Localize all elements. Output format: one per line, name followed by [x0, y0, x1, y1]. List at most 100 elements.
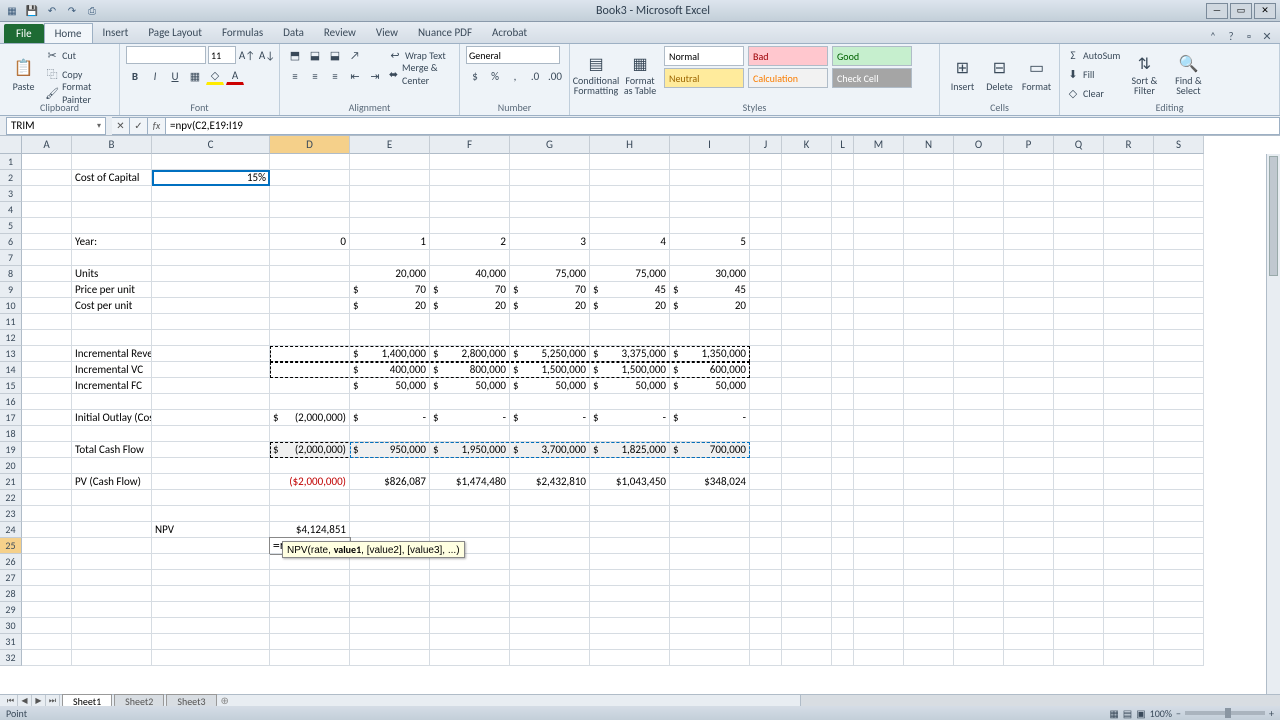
paste-button[interactable]: 📋Paste	[6, 46, 41, 102]
cell-style-bad[interactable]: Bad	[748, 46, 828, 66]
cell-S15[interactable]	[1154, 378, 1204, 394]
cell-H2[interactable]	[590, 170, 670, 186]
minimize-button[interactable]: —	[1206, 3, 1228, 19]
cell-N29[interactable]	[904, 602, 954, 618]
cell-F21[interactable]: $1,474,480	[430, 474, 510, 490]
cell-I6[interactable]: 5	[670, 234, 750, 250]
cell-R1[interactable]	[1104, 154, 1154, 170]
cell-I32[interactable]	[670, 650, 750, 666]
cell-A32[interactable]	[22, 650, 72, 666]
cell-Q8[interactable]	[1054, 266, 1104, 282]
cell-P5[interactable]	[1004, 218, 1054, 234]
cell-B9[interactable]: Price per unit	[72, 282, 152, 298]
cell-N27[interactable]	[904, 570, 954, 586]
font-color-button[interactable]: A	[226, 67, 244, 85]
cell-H19[interactable]: 1,825,000	[590, 442, 670, 458]
cell-A28[interactable]	[22, 586, 72, 602]
cell-E5[interactable]	[350, 218, 430, 234]
cell-R2[interactable]	[1104, 170, 1154, 186]
cell-J12[interactable]	[750, 330, 782, 346]
cell-H31[interactable]	[590, 634, 670, 650]
cell-E4[interactable]	[350, 202, 430, 218]
cell-Q20[interactable]	[1054, 458, 1104, 474]
cell-I17[interactable]: -	[670, 410, 750, 426]
cell-S25[interactable]	[1154, 538, 1204, 554]
cell-A17[interactable]	[22, 410, 72, 426]
cell-Q4[interactable]	[1054, 202, 1104, 218]
cell-O10[interactable]	[954, 298, 1004, 314]
cell-Q22[interactable]	[1054, 490, 1104, 506]
cell-L25[interactable]	[832, 538, 854, 554]
cell-S3[interactable]	[1154, 186, 1204, 202]
tab-data[interactable]: Data	[273, 23, 314, 43]
cell-B11[interactable]	[72, 314, 152, 330]
cell-S28[interactable]	[1154, 586, 1204, 602]
cell-K28[interactable]	[782, 586, 832, 602]
file-tab[interactable]: File	[4, 24, 44, 43]
cell-A8[interactable]	[22, 266, 72, 282]
cell-R29[interactable]	[1104, 602, 1154, 618]
cell-O31[interactable]	[954, 634, 1004, 650]
cell-C12[interactable]	[152, 330, 270, 346]
cell-R15[interactable]	[1104, 378, 1154, 394]
align-left-icon[interactable]: ≡	[286, 67, 304, 85]
row-header[interactable]: 13	[0, 346, 22, 362]
col-header[interactable]: G	[510, 136, 590, 154]
cell-I15[interactable]: 50,000	[670, 378, 750, 394]
cell-L11[interactable]	[832, 314, 854, 330]
cell-G6[interactable]: 3	[510, 234, 590, 250]
cell-style-neutral[interactable]: Neutral	[664, 68, 744, 88]
cell-E15[interactable]: 50,000	[350, 378, 430, 394]
cell-K13[interactable]	[782, 346, 832, 362]
cell-Q19[interactable]	[1054, 442, 1104, 458]
cell-M24[interactable]	[854, 522, 904, 538]
tab-view[interactable]: View	[366, 23, 408, 43]
find-select-button[interactable]: 🔍Find & Select	[1168, 46, 1208, 102]
cell-P21[interactable]	[1004, 474, 1054, 490]
cell-J30[interactable]	[750, 618, 782, 634]
cell-P15[interactable]	[1004, 378, 1054, 394]
cell-F8[interactable]: 40,000	[430, 266, 510, 282]
cell-I8[interactable]: 30,000	[670, 266, 750, 282]
cell-O1[interactable]	[954, 154, 1004, 170]
col-header[interactable]: N	[904, 136, 954, 154]
cell-L6[interactable]	[832, 234, 854, 250]
row-header[interactable]: 16	[0, 394, 22, 410]
cell-K8[interactable]	[782, 266, 832, 282]
cell-E32[interactable]	[350, 650, 430, 666]
bold-button[interactable]: B	[126, 67, 144, 85]
cell-R3[interactable]	[1104, 186, 1154, 202]
cell-A25[interactable]	[22, 538, 72, 554]
cell-B3[interactable]	[72, 186, 152, 202]
cell-E22[interactable]	[350, 490, 430, 506]
cell-S23[interactable]	[1154, 506, 1204, 522]
cell-K12[interactable]	[782, 330, 832, 346]
cell-N25[interactable]	[904, 538, 954, 554]
cell-L31[interactable]	[832, 634, 854, 650]
cell-P22[interactable]	[1004, 490, 1054, 506]
print-icon[interactable]: ⎙	[84, 3, 100, 19]
cell-S24[interactable]	[1154, 522, 1204, 538]
cell-J24[interactable]	[750, 522, 782, 538]
cell-L19[interactable]	[832, 442, 854, 458]
cell-S21[interactable]	[1154, 474, 1204, 490]
cell-F7[interactable]	[430, 250, 510, 266]
row-header[interactable]: 12	[0, 330, 22, 346]
cell-H25[interactable]	[590, 538, 670, 554]
cell-style-calculation[interactable]: Calculation	[748, 68, 828, 88]
cell-C7[interactable]	[152, 250, 270, 266]
merge-center-button[interactable]: ⬌Merge & Center	[388, 65, 453, 83]
close-button[interactable]: ✕	[1254, 3, 1276, 19]
cell-A5[interactable]	[22, 218, 72, 234]
cell-O16[interactable]	[954, 394, 1004, 410]
cell-E10[interactable]: 20	[350, 298, 430, 314]
cell-R5[interactable]	[1104, 218, 1154, 234]
cell-O15[interactable]	[954, 378, 1004, 394]
cell-Q23[interactable]	[1054, 506, 1104, 522]
cell-Q3[interactable]	[1054, 186, 1104, 202]
cell-H23[interactable]	[590, 506, 670, 522]
cell-G17[interactable]: -	[510, 410, 590, 426]
cell-B32[interactable]	[72, 650, 152, 666]
cell-L21[interactable]	[832, 474, 854, 490]
cell-D2[interactable]	[270, 170, 350, 186]
